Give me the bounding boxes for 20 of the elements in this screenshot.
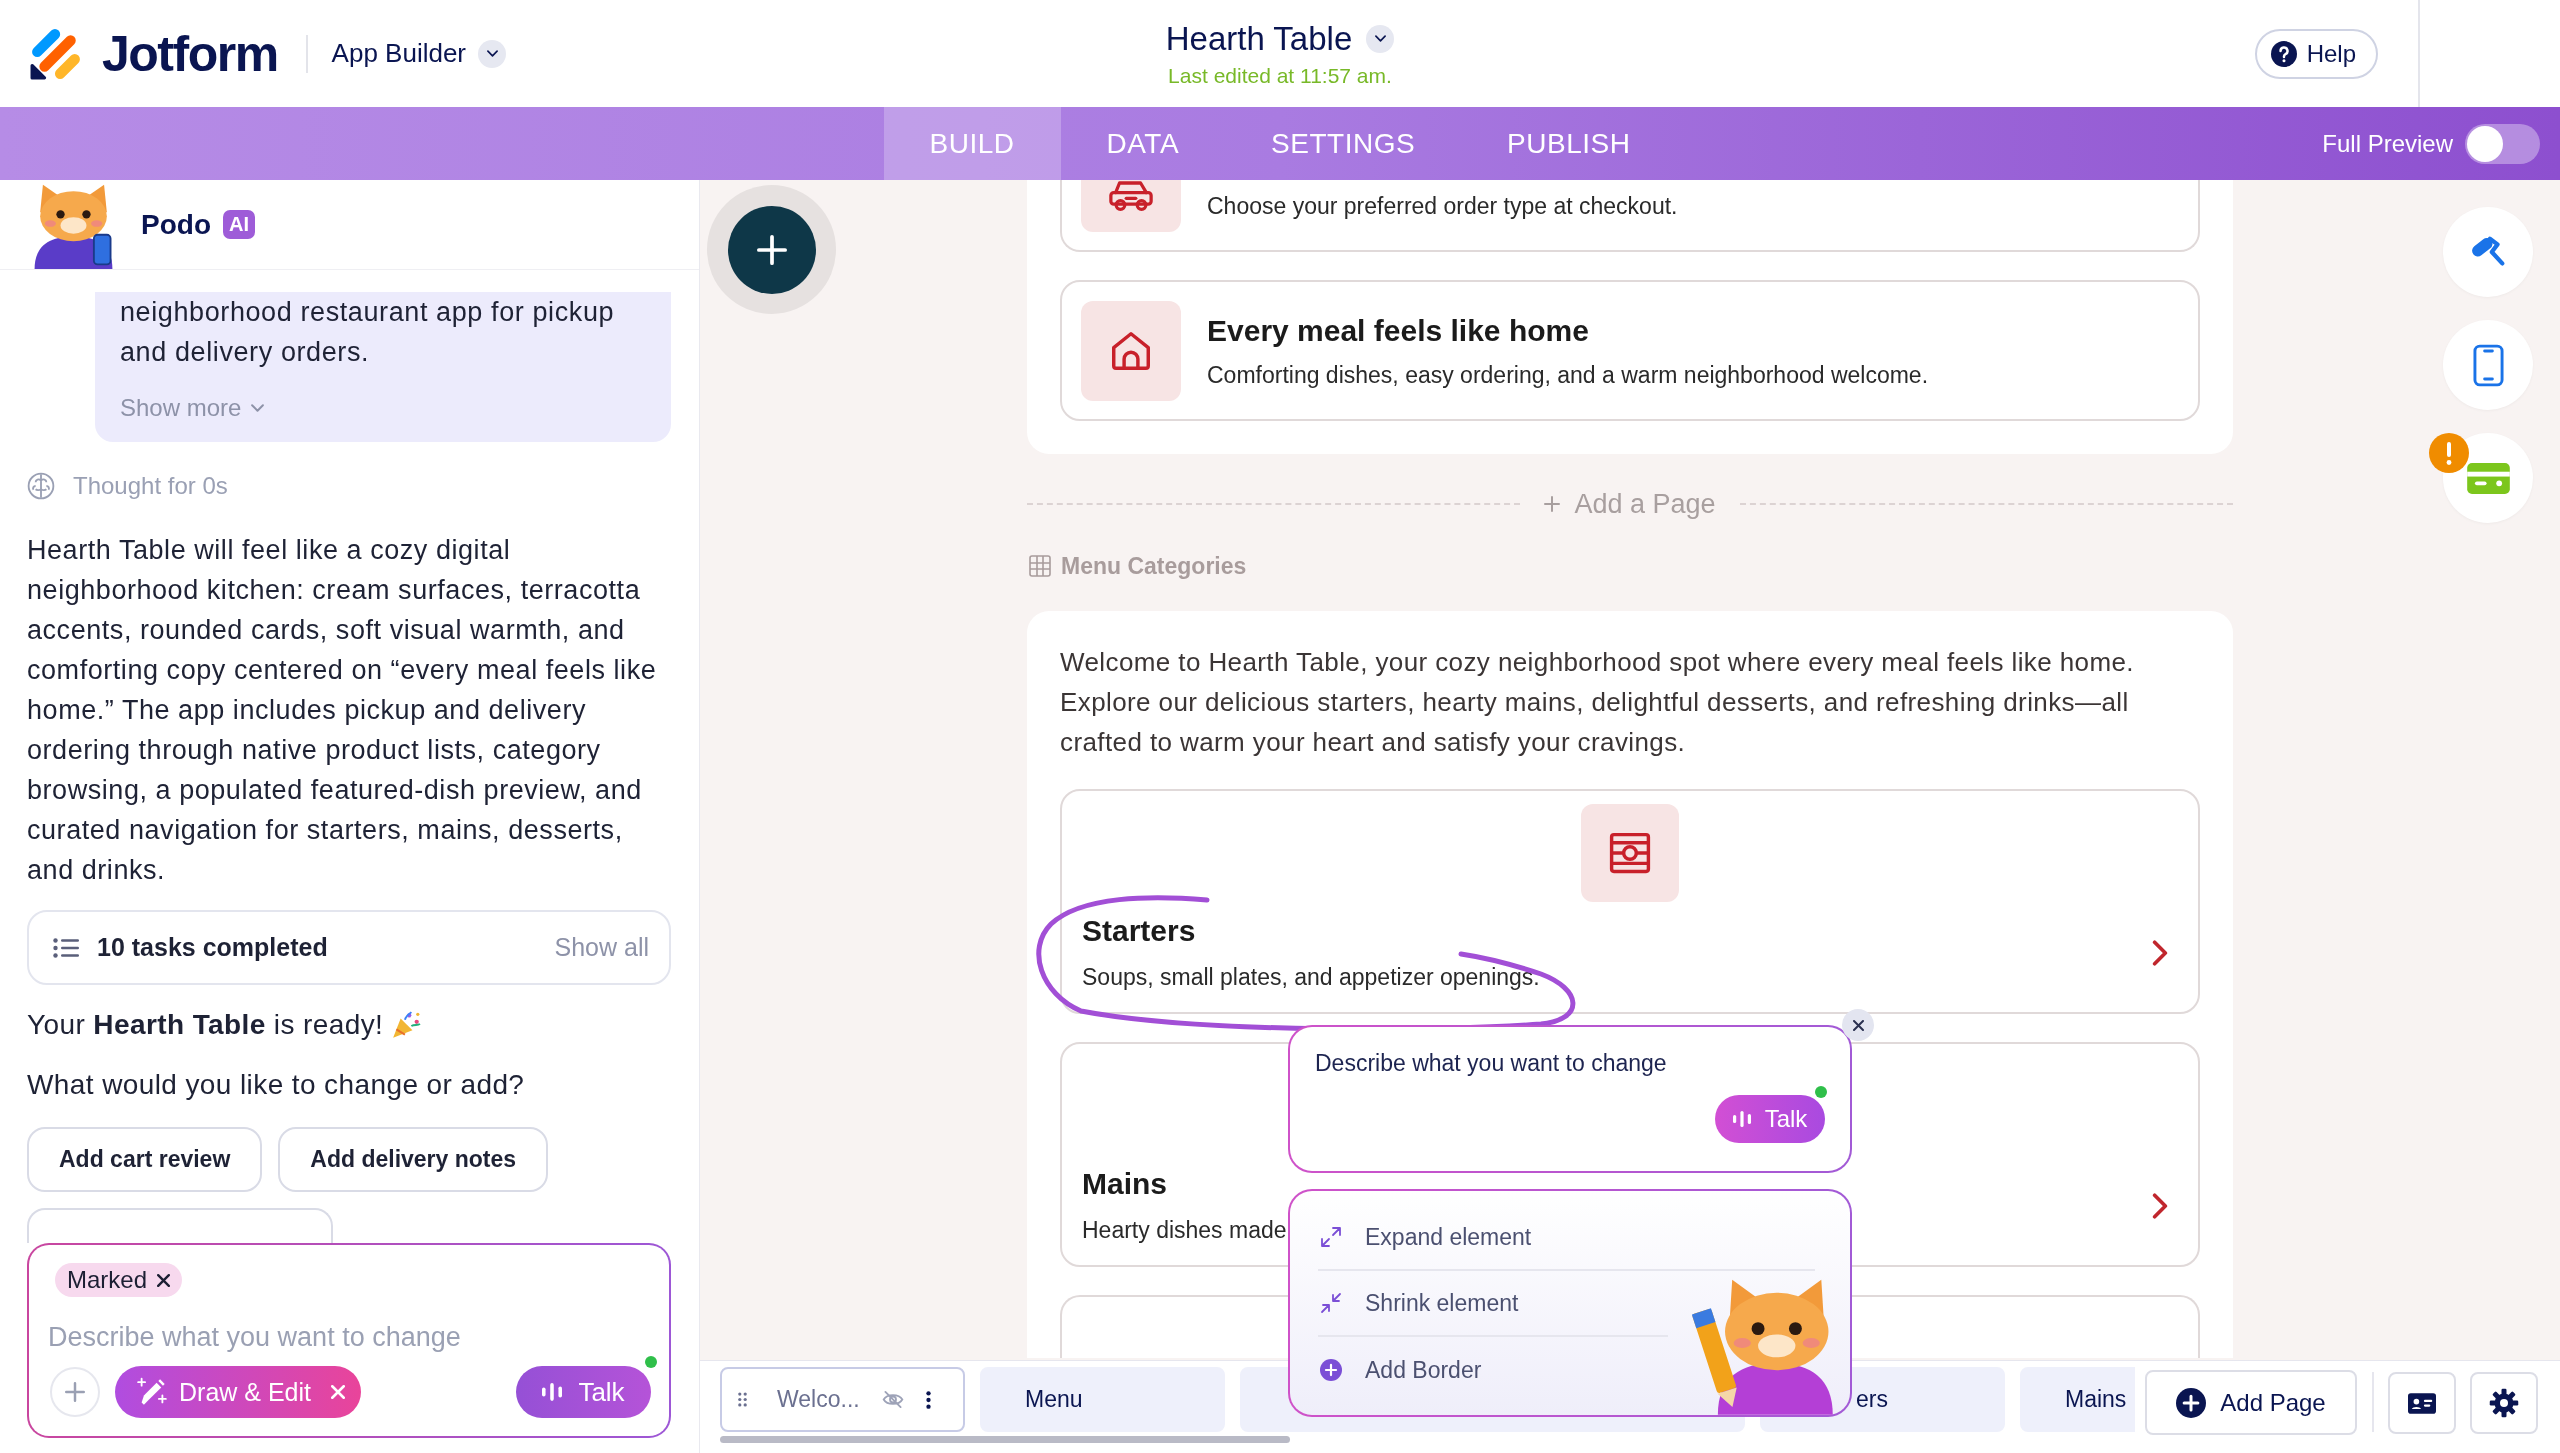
category-title: Starters xyxy=(1082,913,1196,949)
follow-up-question: What would you like to change or add? xyxy=(27,1068,526,1102)
ai-badge: AI xyxy=(223,210,255,239)
card-title: Every meal feels like home xyxy=(1207,313,1589,349)
section-label: Menu Categories xyxy=(1061,552,1247,580)
last-edited-text: Last edited at 11:57 am. xyxy=(1168,63,1392,88)
intro-text: Welcome to Hearth Table, your cozy neighborhood spot where every meal feels like home. Explore our delicious starters, hearty mains, delightful desserts, and refreshing drinks—all crafted to warm your heart and satisfy your cravings. xyxy=(1060,646,2135,759)
card-description: Choose your preferred order type at checkout. xyxy=(1207,192,1678,221)
toggle-label: Full Preview xyxy=(2322,129,2453,158)
user-message: neighborhood restaurant app for pickup and delivery orders. xyxy=(120,296,616,369)
tasks-summary: 10 tasks completed xyxy=(97,933,329,962)
assistant-message: Hearth Table will feel like a cozy digital neighborhood kitchen: cream surfaces, terracotta accents, rounded cards, soft visual warmth, and comforting copy centered on “every meal feels like home.” The app includes pickup and delivery ordering through native product lists, category browsing, a populated featured-dish preview, and curated navigation for starters, mains, desserts, and drinks. xyxy=(27,534,658,887)
ready-message: Your Hearth Table is ready! xyxy=(27,1009,384,1041)
brand-name: Jotform xyxy=(102,24,278,83)
thought-status: Thought for 0s xyxy=(73,472,228,500)
category-description: Soups, small plates, and appetizer openings. xyxy=(1082,963,1540,992)
category-title: Mains xyxy=(1082,1166,1168,1202)
assistant-name: Podo xyxy=(141,208,211,241)
card-description: Comforting dishes, easy ordering, and a warm neighborhood welcome. xyxy=(1207,361,1929,390)
category-description: Hearty dishes made xyxy=(1082,1216,1287,1245)
